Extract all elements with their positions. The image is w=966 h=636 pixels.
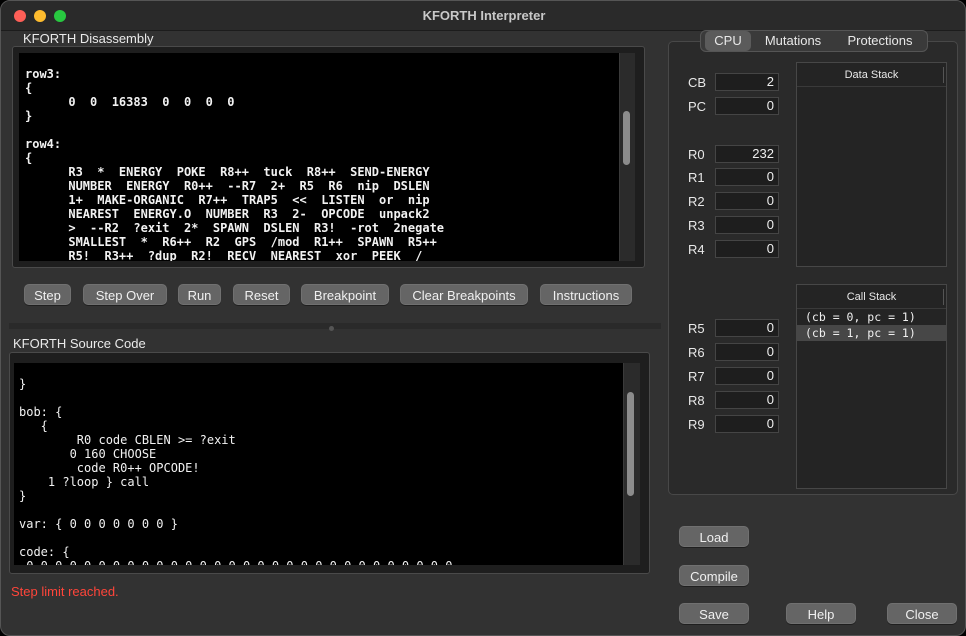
column-divider <box>943 289 944 305</box>
register-field-r9[interactable]: 0 <box>715 415 779 433</box>
register-label-r3: R3 <box>688 218 705 233</box>
help-button[interactable]: Help <box>786 603 856 624</box>
register-label-r6: R6 <box>688 345 705 360</box>
panel-splitter[interactable] <box>9 323 661 329</box>
call-stack-row[interactable]: (cb = 0, pc = 1) <box>797 309 946 325</box>
register-field-r4[interactable]: 0 <box>715 240 779 258</box>
register-field-r1[interactable]: 0 <box>715 168 779 186</box>
register-field-r0[interactable]: 232 <box>715 145 779 163</box>
register-field-r8[interactable]: 0 <box>715 391 779 409</box>
source-scrollbar[interactable] <box>623 363 640 565</box>
source-editor[interactable]: } bob: { { R0 code CBLEN >= ?exit 0 160 … <box>14 363 623 565</box>
register-label-r8: R8 <box>688 393 705 408</box>
source-scroll-thumb[interactable] <box>627 392 634 496</box>
step-over-button[interactable]: Step Over <box>83 284 167 305</box>
register-field-pc[interactable]: 0 <box>715 97 779 115</box>
call-stack-list[interactable]: Call Stack (cb = 0, pc = 1) (cb = 1, pc … <box>796 284 947 489</box>
reset-button[interactable]: Reset <box>233 284 290 305</box>
register-field-r3[interactable]: 0 <box>715 216 779 234</box>
disassembly-view[interactable]: row3: { 0 0 16383 0 0 0 0 } row4: { R3 *… <box>19 53 619 261</box>
register-label-cb: CB <box>688 75 707 90</box>
register-label-pc: PC <box>688 99 707 114</box>
register-field-r5[interactable]: 0 <box>715 319 779 337</box>
tab-bar: CPU Mutations Protections <box>700 30 928 52</box>
disassembly-label: KFORTH Disassembly <box>23 31 154 46</box>
window-title: KFORTH Interpreter <box>422 8 546 23</box>
register-label-r5: R5 <box>688 321 705 336</box>
save-button[interactable]: Save <box>679 603 749 624</box>
source-label: KFORTH Source Code <box>13 336 146 351</box>
close-button[interactable]: Close <box>887 603 957 624</box>
register-label-r1: R1 <box>688 170 705 185</box>
disassembly-text: row3: { 0 0 16383 0 0 0 0 } row4: { R3 *… <box>25 67 445 261</box>
call-stack-row-selected[interactable]: (cb = 1, pc = 1) <box>797 325 946 341</box>
tab-cpu[interactable]: CPU <box>705 31 751 51</box>
disassembly-scroll-thumb[interactable] <box>623 111 630 165</box>
instructions-button[interactable]: Instructions <box>540 284 632 305</box>
clear-breakpoints-button[interactable]: Clear Breakpoints <box>400 284 528 305</box>
run-button[interactable]: Run <box>178 284 221 305</box>
register-field-r6[interactable]: 0 <box>715 343 779 361</box>
compile-button[interactable]: Compile <box>679 565 749 586</box>
data-stack-list[interactable]: Data Stack <box>796 62 947 267</box>
splitter-handle-icon[interactable] <box>329 326 334 331</box>
source-text[interactable]: } bob: { { R0 code CBLEN >= ?exit 0 160 … <box>14 363 623 565</box>
tab-protections[interactable]: Protections <box>837 31 923 51</box>
register-field-r2[interactable]: 0 <box>715 192 779 210</box>
call-stack-label: Call Stack <box>846 291 897 303</box>
data-stack-label: Data Stack <box>844 69 899 81</box>
interpreter-window: KFORTH Interpreter KFORTH Disassembly ro… <box>0 0 966 636</box>
column-divider <box>943 67 944 83</box>
load-button[interactable]: Load <box>679 526 749 547</box>
tab-mutations[interactable]: Mutations <box>754 31 832 51</box>
step-button[interactable]: Step <box>24 284 71 305</box>
status-message: Step limit reached. <box>11 584 119 599</box>
register-label-r4: R4 <box>688 242 705 257</box>
register-label-r0: R0 <box>688 147 705 162</box>
title-bar: KFORTH Interpreter <box>1 1 965 31</box>
register-label-r9: R9 <box>688 417 705 432</box>
data-stack-header[interactable]: Data Stack <box>797 63 946 87</box>
register-field-r7[interactable]: 0 <box>715 367 779 385</box>
register-field-cb[interactable]: 2 <box>715 73 779 91</box>
call-stack-header[interactable]: Call Stack <box>797 285 946 309</box>
breakpoint-button[interactable]: Breakpoint <box>301 284 389 305</box>
disassembly-scrollbar[interactable] <box>619 53 635 261</box>
register-label-r7: R7 <box>688 369 705 384</box>
register-label-r2: R2 <box>688 194 705 209</box>
